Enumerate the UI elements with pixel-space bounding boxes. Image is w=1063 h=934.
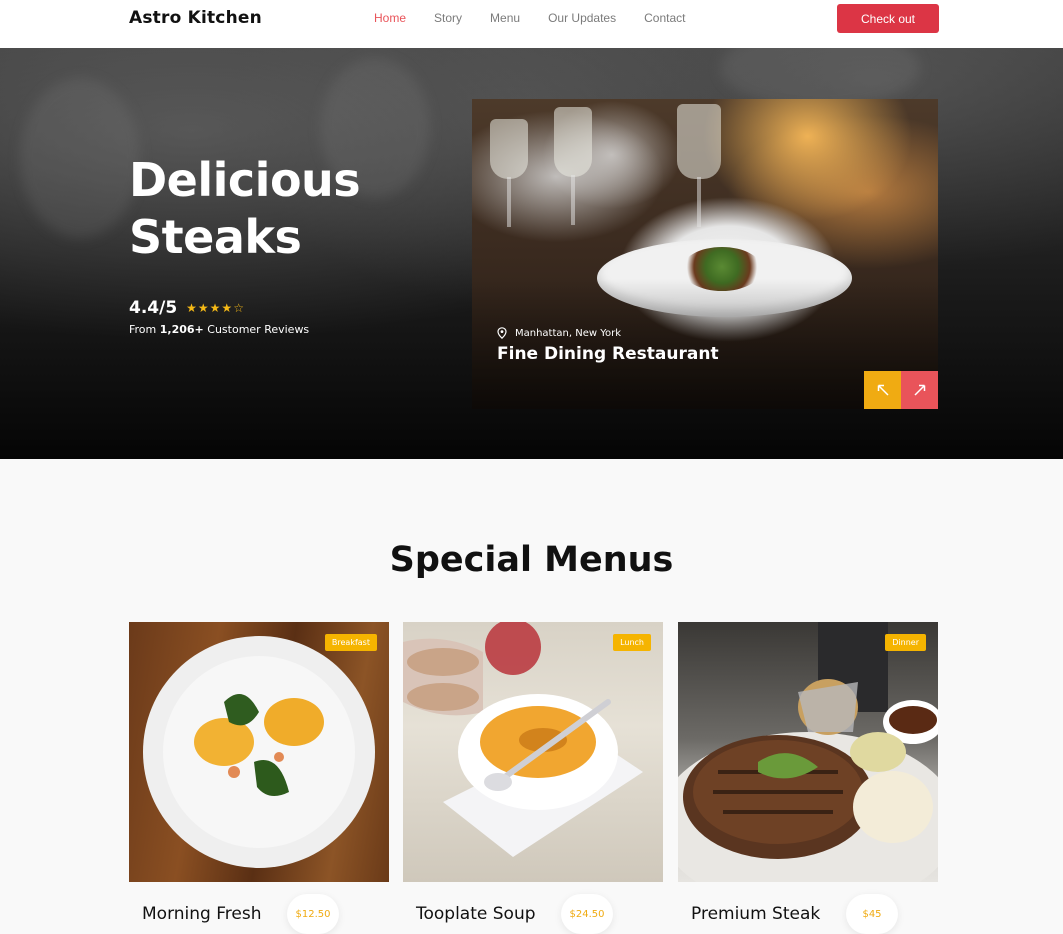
hero-section: Delicious Steaks 4.4/5 ★★★★☆ From 1,206+… xyxy=(0,48,1063,459)
carousel-next-button[interactable] xyxy=(901,371,938,409)
nav-link-our-updates[interactable]: Our Updates xyxy=(548,11,616,25)
card-location-text: Manhattan, New York xyxy=(515,327,622,339)
arrow-up-right-icon xyxy=(913,384,925,396)
reviews-prefix: From xyxy=(129,323,160,336)
nav-link-contact[interactable]: Contact xyxy=(644,11,685,25)
menu-price: $45 xyxy=(846,894,898,934)
menu-name[interactable]: Morning Fresh xyxy=(142,904,261,924)
wine-glass-image xyxy=(554,107,592,177)
location-pin-icon xyxy=(497,327,507,339)
glass-stem xyxy=(507,177,511,227)
rating-row: 4.4/5 ★★★★☆ xyxy=(129,298,245,318)
menu-image-breakfast[interactable]: Breakfast xyxy=(129,622,389,882)
reviews-number: 1,206+ xyxy=(159,323,204,336)
special-menus-title: Special Menus xyxy=(389,540,674,580)
glass-stem xyxy=(697,177,701,227)
hero-title: Delicious Steaks xyxy=(129,152,361,266)
menu-card-lunch[interactable]: Lunch Tooplate Soup $24.50 xyxy=(403,622,663,934)
hero-image-card: Manhattan, New York Fine Dining Restaura… xyxy=(472,99,938,409)
menu-price: $12.50 xyxy=(287,894,339,934)
nav-link-menu[interactable]: Menu xyxy=(490,11,520,25)
menu-image-dinner[interactable]: Dinner xyxy=(678,622,938,882)
star-rating-icon: ★★★★☆ xyxy=(186,301,245,315)
menu-card-dinner[interactable]: Dinner Premium Steak $45 xyxy=(678,622,938,934)
reviews-suffix: Customer Reviews xyxy=(203,323,310,336)
glass-stem xyxy=(571,175,575,225)
navbar: Astro Kitchen Home Story Menu Our Update… xyxy=(0,0,1063,48)
card-location: Manhattan, New York xyxy=(497,327,621,339)
menu-price: $24.50 xyxy=(561,894,613,934)
soup-bowl-image xyxy=(403,622,643,857)
menu-badge-breakfast: Breakfast xyxy=(324,634,377,651)
brand-logo[interactable]: Astro Kitchen xyxy=(129,8,262,28)
wine-glass-image xyxy=(490,119,528,179)
arrow-up-left-icon xyxy=(877,384,889,396)
menu-card-breakfast[interactable]: Breakfast Morning Fresh $12.50 xyxy=(129,622,389,934)
checkout-button[interactable]: Check out xyxy=(837,4,939,33)
hero-bg-blur xyxy=(20,78,140,238)
menu-badge-dinner: Dinner xyxy=(885,634,926,651)
card-title: Fine Dining Restaurant xyxy=(497,344,719,364)
nav-link-home[interactable]: Home xyxy=(374,11,406,25)
nav-links: Home Story Menu Our Updates Contact xyxy=(374,11,713,25)
breakfast-plate-image xyxy=(143,636,375,868)
steak-plate-image xyxy=(678,622,938,882)
reviews-count: From 1,206+ Customer Reviews xyxy=(129,323,309,336)
wine-glass-image xyxy=(677,104,721,179)
menu-name[interactable]: Tooplate Soup xyxy=(416,904,536,924)
hero-title-line1: Delicious xyxy=(129,153,361,207)
hero-title-line2: Steaks xyxy=(129,210,302,264)
menu-badge-lunch: Lunch xyxy=(613,634,651,651)
menu-name[interactable]: Premium Steak xyxy=(691,904,820,924)
rating-value: 4.4/5 xyxy=(129,298,178,318)
nav-link-story[interactable]: Story xyxy=(434,11,462,25)
menu-image-lunch[interactable]: Lunch xyxy=(403,622,663,882)
carousel-prev-button[interactable] xyxy=(864,371,901,409)
